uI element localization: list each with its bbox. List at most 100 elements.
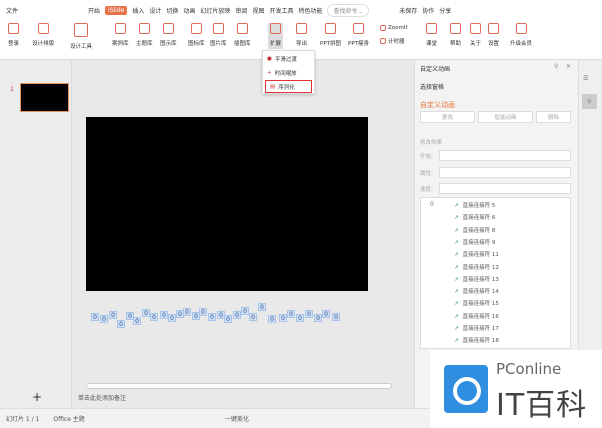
zero-label[interactable]: 0: [287, 310, 295, 318]
zero-label[interactable]: 0: [296, 314, 304, 322]
list-item[interactable]: ↗ 直接连接符 17: [454, 324, 499, 332]
zero-label[interactable]: 0: [150, 313, 158, 321]
animation-icon[interactable]: ☆: [582, 94, 597, 109]
ribbon-button-12[interactable]: PPT瘦身: [348, 23, 369, 47]
notes-placeholder[interactable]: 单击此处添加备注: [78, 393, 126, 402]
settings-icon[interactable]: ☰: [583, 75, 588, 82]
ribbon-button-10[interactable]: 导出: [296, 23, 307, 47]
slide-thumbnail[interactable]: [20, 83, 69, 112]
animation-list[interactable]: 0 ↗ 直接连接符 5 ↗ 直接连接符 6 ↗ 直接连接符 8 ↗ 直接连接符 9 ↗ 直接连接符…: [420, 197, 571, 349]
ribbon-button-18[interactable]: 设置: [488, 23, 499, 47]
tab-islide[interactable]: iSlide: [105, 5, 128, 15]
list-item[interactable]: ↗ 直接连接符 12: [454, 263, 499, 271]
ribbon-button-16[interactable]: 帮助: [450, 23, 461, 47]
connector-icon: ↗: [454, 289, 459, 296]
change-button[interactable]: 更改: [420, 111, 475, 123]
zero-label[interactable]: 0: [133, 317, 141, 325]
zero-label[interactable]: 0: [91, 313, 99, 321]
tab-review[interactable]: 审阅: [235, 6, 247, 15]
menu-item-time-zoom[interactable]: + 时间缩放: [263, 66, 314, 79]
tab-design[interactable]: 设计: [149, 6, 161, 15]
zero-label[interactable]: 0: [117, 320, 125, 328]
zero-label[interactable]: 0: [168, 314, 176, 322]
ribbon-button-1[interactable]: 设计排版: [32, 23, 54, 47]
close-icon[interactable]: ✕: [566, 63, 571, 70]
ribbon-button-3[interactable]: 案例库: [112, 23, 129, 47]
tab-slideshow[interactable]: 幻灯片放映: [200, 6, 230, 15]
smart-animation-button[interactable]: 智能动画: [478, 111, 533, 123]
tab-features[interactable]: 特色功能: [298, 6, 322, 15]
property-select[interactable]: [439, 167, 571, 178]
list-item[interactable]: ↗ 直接连接符 14: [454, 287, 499, 295]
ribbon-icon: [296, 23, 307, 34]
list-item[interactable]: ↗ 直接连接符 8: [454, 226, 495, 234]
ribbon-button-9[interactable]: 扩展: [268, 23, 284, 49]
list-item[interactable]: ↗ 直接连接符 13: [454, 275, 499, 283]
ribbon-button-19[interactable]: 升级会员: [510, 23, 532, 47]
zero-label[interactable]: 0: [322, 310, 330, 318]
zero-label[interactable]: 0: [160, 311, 168, 319]
menu-item-smooth[interactable]: ● 平滑过渡: [263, 52, 314, 65]
tab-transition[interactable]: 切换: [166, 6, 178, 15]
tab-animation[interactable]: 动画: [183, 6, 195, 15]
collab-button[interactable]: 协作: [422, 6, 434, 15]
zero-label[interactable]: 0: [241, 307, 249, 315]
zero-label[interactable]: 0: [233, 311, 241, 319]
start-select[interactable]: [439, 150, 571, 161]
zero-label[interactable]: 0: [314, 314, 322, 322]
tab-developer[interactable]: 开发工具: [269, 6, 293, 15]
add-slide-icon[interactable]: +: [32, 390, 42, 404]
magnifier-logo-icon: [444, 365, 488, 413]
share-button[interactable]: 分享: [439, 6, 451, 15]
zero-label[interactable]: 0: [258, 303, 266, 311]
zero-label[interactable]: 0: [249, 313, 257, 321]
pane-title[interactable]: 自定义动画: [420, 64, 450, 73]
list-item[interactable]: ↗ 直接连接符 11: [454, 250, 499, 258]
ribbon-button-4[interactable]: 主题库: [136, 23, 153, 47]
zero-label[interactable]: 0: [100, 315, 108, 323]
tab-view[interactable]: 视图: [252, 6, 264, 15]
list-item[interactable]: ↗ 直接连接符 9: [454, 238, 495, 246]
ribbon-button-0[interactable]: 登录: [8, 23, 19, 47]
zero-label[interactable]: 0: [109, 311, 117, 319]
zero-label[interactable]: 0: [279, 314, 287, 322]
zero-label[interactable]: 0: [268, 315, 276, 323]
list-item[interactable]: ↗ 直接连接符 5: [454, 201, 495, 209]
zero-label[interactable]: 0: [199, 308, 207, 316]
list-item[interactable]: ↗ 直接连接符 6: [454, 213, 495, 221]
ribbon-button-11[interactable]: PPT拼图: [320, 23, 341, 47]
file-menu[interactable]: 文件: [6, 6, 18, 15]
pin-icon[interactable]: ⚲: [554, 63, 558, 70]
zero-label[interactable]: 0: [183, 308, 191, 316]
beautify-button[interactable]: 一键美化: [225, 414, 249, 423]
unsaved-button[interactable]: 未保存: [399, 6, 417, 15]
ribbon-icon: [212, 23, 224, 34]
ribbon-button-5[interactable]: 图示库: [160, 23, 177, 47]
select-pane-link[interactable]: 选择窗格: [420, 82, 444, 91]
ribbon-button-2[interactable]: 设计工具: [70, 23, 92, 50]
ribbon-button-8[interactable]: 插图库: [234, 23, 251, 47]
connector-icon: ↗: [454, 215, 459, 222]
ribbon-button-17[interactable]: 关于: [470, 23, 481, 47]
list-item[interactable]: ↗ 直接连接符 18: [454, 336, 499, 344]
ribbon-button-15[interactable]: 课堂: [426, 23, 437, 47]
list-item[interactable]: ↗ 直接连接符 15: [454, 299, 499, 307]
zero-label[interactable]: 0: [142, 309, 150, 317]
tab-start[interactable]: 开始: [88, 6, 100, 15]
zero-label[interactable]: 0: [305, 310, 313, 318]
menu-item-serialize[interactable]: ▤ 序列化: [265, 80, 312, 93]
zero-label[interactable]: 0: [208, 313, 216, 321]
slide-canvas[interactable]: [86, 117, 368, 291]
delete-button[interactable]: 删除: [536, 111, 571, 123]
speed-select[interactable]: [439, 183, 571, 194]
list-item[interactable]: ↗ 直接连接符 16: [454, 312, 499, 320]
search-input[interactable]: 查找命令...: [327, 3, 370, 17]
ribbon-button-14[interactable]: 计时器: [380, 37, 405, 45]
ribbon-button-7[interactable]: 图片库: [210, 23, 227, 47]
zero-label[interactable]: 0: [332, 313, 340, 321]
ribbon-button-13[interactable]: ZoomIt: [380, 25, 408, 31]
horizontal-scrollbar[interactable]: [86, 383, 392, 389]
ribbon-button-6[interactable]: 图标库: [188, 23, 205, 47]
tab-insert[interactable]: 插入: [132, 6, 144, 15]
zero-label[interactable]: 0: [224, 315, 232, 323]
